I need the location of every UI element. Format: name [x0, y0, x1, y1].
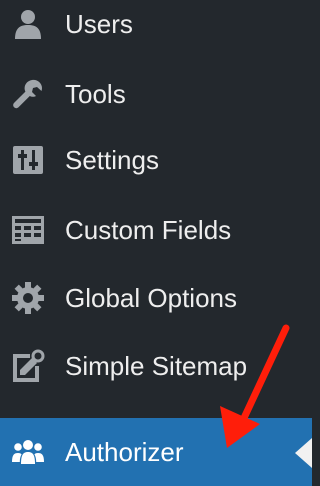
menu-item-users[interactable]: Users — [0, 0, 312, 58]
menu-item-label: Global Options — [65, 283, 237, 313]
sliders-icon — [10, 142, 46, 178]
gear-icon — [10, 280, 46, 316]
admin-sidebar-menu: Users Tools Settings Custom Fields Globa… — [0, 0, 312, 486]
menu-separator — [0, 406, 312, 418]
menu-item-settings[interactable]: Settings — [0, 126, 312, 194]
menu-item-custom-fields[interactable]: Custom Fields — [0, 196, 312, 264]
menu-item-label: Tools — [65, 79, 126, 109]
menu-item-simple-sitemap[interactable]: Simple Sitemap — [0, 332, 312, 400]
current-page-indicator — [295, 438, 312, 468]
table-icon — [10, 212, 46, 248]
menu-item-tools[interactable]: Tools — [0, 60, 312, 128]
sitemap-icon — [10, 348, 46, 384]
menu-item-label: Authorizer — [65, 437, 184, 467]
menu-item-label: Settings — [65, 145, 159, 175]
wrench-icon — [10, 76, 46, 112]
menu-item-label: Users — [65, 9, 133, 39]
group-icon — [10, 434, 46, 470]
menu-item-authorizer[interactable]: Authorizer — [0, 418, 312, 486]
menu-item-label: Custom Fields — [65, 215, 232, 245]
menu-item-label: Simple Sitemap — [65, 351, 248, 381]
users-icon — [10, 6, 46, 42]
menu-item-global-options[interactable]: Global Options — [0, 264, 312, 332]
